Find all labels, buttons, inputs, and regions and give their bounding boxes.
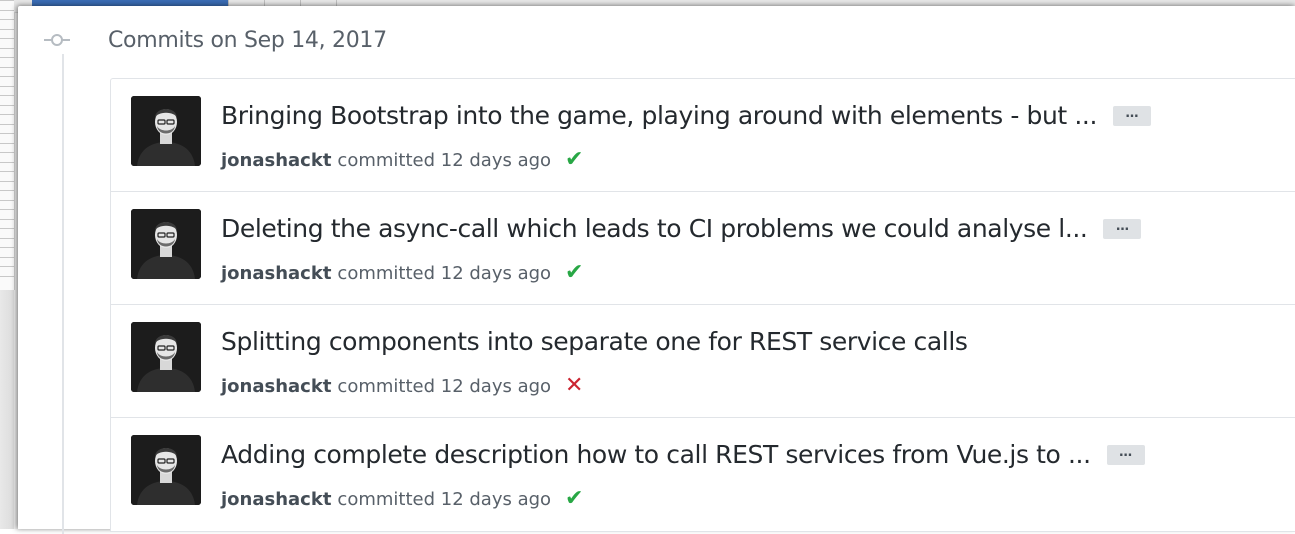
background-row-line [0, 228, 14, 229]
avatar[interactable] [131, 209, 201, 279]
commit-author-link[interactable]: jonashackt [221, 263, 331, 284]
background-row-line [0, 85, 14, 87]
background-row-line [0, 256, 14, 258]
avatar[interactable] [131, 435, 201, 505]
timeline-line [62, 54, 64, 534]
avatar[interactable] [131, 322, 201, 392]
background-row-line [0, 266, 14, 267]
background-row-line [0, 199, 14, 201]
background-row-line [0, 28, 14, 30]
commit-title-link[interactable]: Deleting the async-call which leads to C… [221, 214, 1088, 243]
commit-title-row: Adding complete description how to call … [221, 440, 1145, 469]
commit-group-header: Commits on Sep 14, 2017 [44, 24, 387, 56]
check-icon[interactable]: ✔ [565, 488, 583, 510]
avatar-portrait-icon [131, 435, 201, 505]
commit-time-text: committed 12 days ago [337, 375, 552, 397]
background-row-line [0, 247, 14, 248]
background-row-line [0, 142, 14, 144]
commit-meta: jonashackt committed 12 days ago ✔ [221, 149, 583, 171]
commit-time-text: committed 12 days ago [337, 262, 552, 284]
background-row-line [0, 9, 14, 11]
background-row-line [0, 95, 14, 96]
commit-title-row: Bringing Bootstrap into the game, playin… [221, 101, 1152, 130]
commit-meta: jonashackt committed 12 days ago ✕ [221, 375, 583, 397]
background-row-line [0, 0, 14, 1]
commit-item: Adding complete description how to call … [111, 418, 1295, 531]
commit-time-text: committed 12 days ago [337, 149, 552, 171]
background-row-line [0, 66, 14, 68]
background-row-line [0, 180, 14, 182]
commit-item: Deleting the async-call which leads to C… [111, 192, 1295, 305]
expand-message-button[interactable]: … [1103, 218, 1142, 239]
background-row-line [0, 47, 14, 49]
commit-title-link[interactable]: Adding complete description how to call … [221, 440, 1091, 469]
background-row-line [0, 190, 14, 191]
commit-time-text: committed 12 days ago [337, 488, 552, 510]
background-row-line [0, 57, 14, 58]
commit-title-link[interactable]: Splitting components into separate one f… [221, 327, 968, 356]
background-row-line [0, 275, 14, 277]
background-row-line [0, 161, 14, 163]
background-row-line [0, 114, 14, 115]
avatar-portrait-icon [131, 209, 201, 279]
avatar-portrait-icon [131, 96, 201, 166]
background-row-line [0, 123, 14, 125]
commit-item: Splitting components into separate one f… [111, 305, 1295, 418]
background-spreadsheet-strip [0, 0, 15, 290]
background-row-line [0, 104, 14, 106]
commit-title-link[interactable]: Bringing Bootstrap into the game, playin… [221, 101, 1097, 130]
avatar-portrait-icon [131, 322, 201, 392]
background-row-line [0, 19, 14, 20]
x-icon[interactable]: ✕ [565, 375, 583, 397]
commit-title-row: Deleting the async-call which leads to C… [221, 214, 1142, 243]
background-row-line [0, 218, 14, 220]
commit-author-link[interactable]: jonashackt [221, 489, 331, 510]
check-icon[interactable]: ✔ [565, 262, 583, 284]
commit-meta: jonashackt committed 12 days ago ✔ [221, 488, 583, 510]
commit-list: Bringing Bootstrap into the game, playin… [110, 78, 1295, 532]
commit-author-link[interactable]: jonashackt [221, 376, 331, 397]
commit-title-row: Splitting components into separate one f… [221, 327, 968, 356]
commit-meta: jonashackt committed 12 days ago ✔ [221, 262, 583, 284]
background-window-edge [0, 290, 14, 529]
background-row-line [0, 171, 14, 172]
background-row-line [0, 152, 14, 153]
background-row-line [0, 38, 14, 39]
expand-message-button[interactable]: … [1113, 105, 1152, 126]
background-row-line [0, 237, 14, 239]
avatar[interactable] [131, 96, 201, 166]
background-row-line [0, 133, 14, 134]
check-icon[interactable]: ✔ [565, 149, 583, 171]
commits-panel: Commits on Sep 14, 2017 Bringing Bootstr… [18, 6, 1295, 534]
background-row-line [0, 209, 14, 210]
commit-item: Bringing Bootstrap into the game, playin… [111, 79, 1295, 192]
background-row-line [0, 76, 14, 77]
commit-group-title: Commits on Sep 14, 2017 [108, 27, 387, 53]
expand-message-button[interactable]: … [1106, 444, 1145, 465]
git-commit-icon [44, 32, 70, 48]
commit-author-link[interactable]: jonashackt [221, 150, 331, 171]
